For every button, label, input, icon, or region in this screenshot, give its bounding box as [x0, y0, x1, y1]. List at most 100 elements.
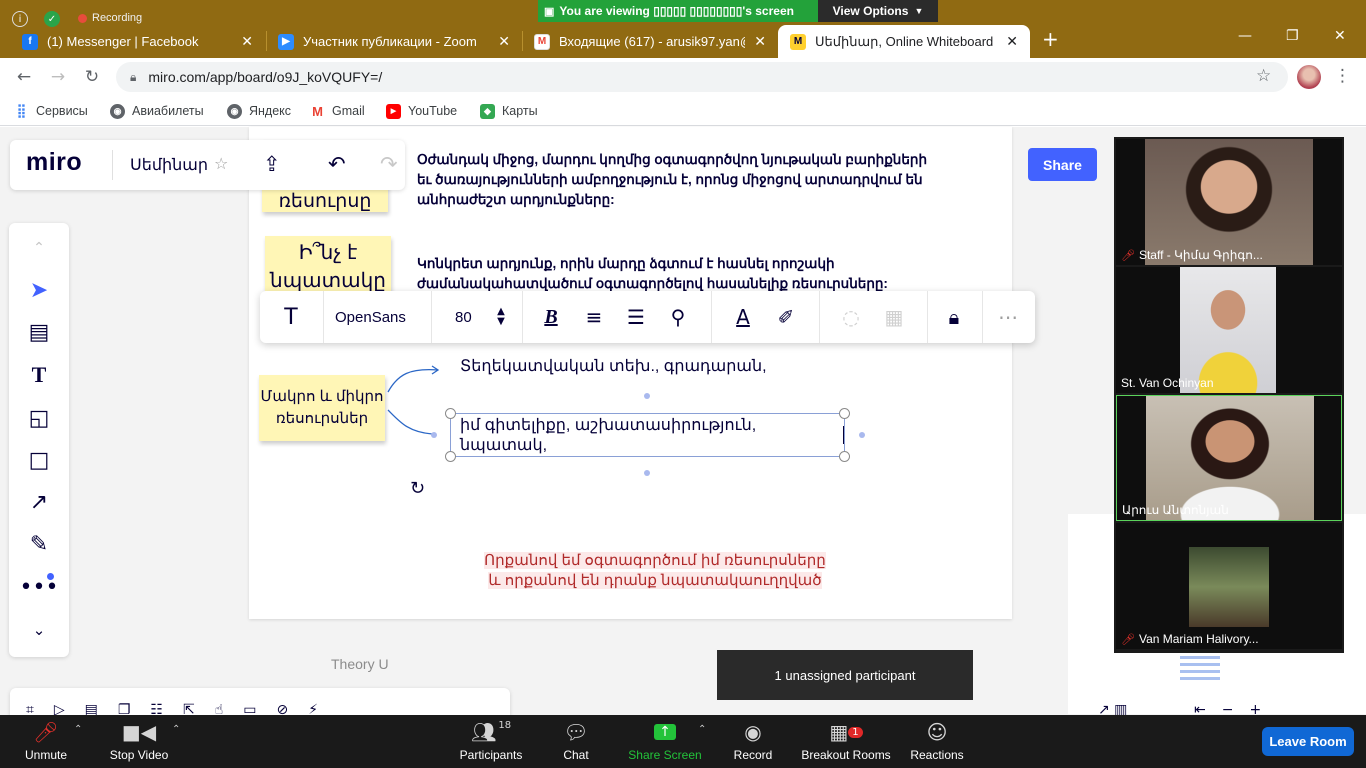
sticky-note-macro-micro[interactable]: Մակրո և միկրո ռեսուրսներ	[259, 375, 385, 441]
share-options-caret[interactable]: ⌃	[698, 724, 706, 735]
bullet-list-icon[interactable]: ☰	[622, 302, 650, 332]
font-family-select[interactable]: OpenSans	[335, 309, 406, 326]
reload-icon[interactable]: ↻	[80, 66, 104, 88]
participant-video	[1180, 267, 1276, 393]
bookmark-avia[interactable]: ◉ Авиабилеты	[110, 101, 204, 121]
definition-text-resource[interactable]: Օժանդակ միջոց, մարդու կողմից օգտագործվող…	[417, 150, 927, 210]
bookmark-gmail[interactable]: M Gmail	[310, 101, 365, 121]
restore-icon[interactable]: ❐	[1286, 28, 1299, 44]
participant-tile[interactable]: 🎤︎ Staff - Կիմա Գրիգո...	[1116, 139, 1342, 265]
align-left-icon[interactable]: ≡	[580, 302, 608, 332]
info-tech-text[interactable]: Տեղեկատվական տեխ., գրադարան,	[460, 356, 767, 376]
expand-down-icon[interactable]: ⌄	[23, 614, 55, 646]
tab-gmail[interactable]: M Входящие (617) - arusik97.yan@ ✕	[522, 25, 778, 58]
sticky-note-icon[interactable]: ◱	[23, 402, 55, 434]
view-options-button[interactable]: View Options ▼	[818, 0, 938, 22]
templates-icon[interactable]: ▤	[23, 316, 55, 348]
connection-point[interactable]	[644, 393, 650, 399]
pen-icon[interactable]: ✎	[23, 528, 55, 560]
record-button[interactable]: ◉ Record	[733, 720, 773, 762]
resize-handle-tl[interactable]	[445, 408, 456, 419]
frame-label[interactable]: Theory U	[331, 656, 389, 672]
stop-video-button[interactable]: ■◀ Stop Video	[108, 720, 170, 762]
red-question-text[interactable]: Որքանով եմ օգտագործում իմ ռեսուրսները և …	[470, 551, 840, 591]
leave-room-button[interactable]: Leave Room	[1262, 727, 1354, 756]
resize-handle-bl[interactable]	[445, 451, 456, 462]
resize-handle-tr[interactable]	[839, 408, 850, 419]
text-edit-box[interactable]: իմ գիտելիքը, աշխատասիրություն, նպատակ,	[450, 413, 845, 457]
tab-messenger[interactable]: f (1) Messenger | Facebook ✕	[10, 25, 265, 58]
close-icon[interactable]: ✕	[498, 34, 510, 50]
youtube-icon: ▶	[386, 103, 401, 119]
profile-avatar[interactable]	[1297, 65, 1321, 89]
unmute-button[interactable]: 🎤︎ Unmute	[22, 720, 70, 762]
record-dot-icon	[78, 13, 87, 23]
chat-button[interactable]: 💬︎ Chat	[556, 720, 596, 762]
connection-point[interactable]	[431, 432, 437, 438]
link-icon[interactable]: ⚲	[664, 302, 692, 332]
breakout-rooms-button[interactable]: ▦ 1 Breakout Rooms	[800, 720, 892, 762]
bookmark-star-icon[interactable]: ☆	[1256, 66, 1271, 86]
tab-miro[interactable]: M Սեմինար, Online Whiteboard fo ✕	[778, 25, 1030, 58]
redo-icon[interactable]: ↷	[380, 152, 398, 176]
screen-share-icon: ▣	[544, 5, 555, 18]
more-options-icon[interactable]: ⋯	[994, 302, 1022, 332]
font-size-stepper-icon[interactable]: ▲ ▼	[494, 302, 508, 332]
fill-opacity-icon[interactable]: ▦	[880, 302, 908, 332]
back-icon[interactable]: ←	[12, 66, 36, 88]
connection-point[interactable]	[859, 432, 865, 438]
bookmark-youtube[interactable]: ▶ YouTube	[386, 101, 457, 121]
participant-tile[interactable]: St. Van Ochinyan	[1116, 267, 1342, 393]
new-tab-button[interactable]: +	[1042, 27, 1059, 51]
text-color-icon[interactable]: A	[728, 302, 758, 332]
board-name[interactable]: Սեմինար	[130, 155, 208, 175]
bookmark-yandex[interactable]: ◉ Яндекс	[227, 101, 291, 121]
share-screen-button[interactable]: ↑ Share Screen	[628, 720, 702, 762]
window-close-icon[interactable]: ✕	[1334, 28, 1346, 44]
unassigned-participant-popup[interactable]: 1 unassigned participant	[717, 650, 973, 700]
collapse-up-icon[interactable]: ⌃	[23, 232, 55, 264]
definition-text-goal[interactable]: Կոնկրետ արդյունք, որին մարդը ձգտում է հա…	[417, 254, 927, 294]
connector-arrow-top[interactable]	[387, 368, 439, 393]
highlight-pen-icon[interactable]: ✐	[772, 302, 800, 332]
participant-tile-active-speaker[interactable]: Արուս Անտոնյան	[1116, 395, 1342, 521]
bookmark-services[interactable]: ⣿ Сервисы	[14, 101, 88, 121]
export-icon[interactable]: ⇪	[263, 152, 281, 176]
participants-button[interactable]: 👥︎ 18 Participants	[458, 720, 524, 762]
tab-zoom[interactable]: ▶ Участник публикации - Zoom ✕	[266, 25, 522, 58]
mic-muted-icon: 🎤︎	[33, 720, 59, 744]
shape-square-icon[interactable]: □	[23, 444, 55, 476]
border-style-icon[interactable]: ◌	[837, 302, 865, 332]
lock-icon[interactable]: 🔒︎	[940, 302, 968, 332]
bookmark-maps[interactable]: ◆ Карты	[480, 101, 538, 121]
sticky-note-goal[interactable]: Ի՞նչ է նպատակը	[265, 236, 391, 294]
minimize-icon[interactable]: —	[1238, 28, 1252, 44]
close-icon[interactable]: ✕	[1006, 34, 1018, 50]
lock-icon: 🔒︎	[130, 69, 137, 84]
close-icon[interactable]: ✕	[241, 34, 253, 50]
reactions-button[interactable]: ☺ Reactions	[908, 720, 966, 762]
address-bar[interactable]: 🔒︎ miro.com/app/board/o9J_koVQUFY=/	[116, 62, 1288, 92]
audio-options-caret[interactable]: ⌃	[74, 724, 82, 735]
select-cursor-icon[interactable]: ➤	[23, 274, 55, 306]
forward-icon[interactable]: →	[46, 66, 70, 88]
connection-line-icon[interactable]: ↗	[23, 486, 55, 518]
text-tool-icon[interactable]: T	[23, 359, 55, 391]
participant-tile[interactable]: 🎤︎ Van Mariam Halivory...	[1116, 523, 1342, 649]
connector-lines[interactable]	[380, 360, 450, 450]
rotate-handle-icon[interactable]: ↻	[410, 478, 425, 499]
share-button[interactable]: Share	[1028, 148, 1097, 181]
bold-icon[interactable]: B	[537, 302, 565, 332]
undo-icon[interactable]: ↶	[328, 152, 346, 176]
resize-handle-br[interactable]	[839, 451, 850, 462]
text-type-icon[interactable]: T	[276, 302, 306, 332]
more-menu-icon[interactable]: ⋮	[1334, 66, 1351, 86]
close-icon[interactable]: ✕	[754, 34, 766, 50]
font-size-input[interactable]: 80	[455, 309, 472, 326]
minimap-preview[interactable]	[1180, 656, 1220, 682]
connector-arrow-bottom[interactable]	[387, 409, 433, 435]
miro-logo[interactable]: miro	[26, 148, 82, 177]
connection-point[interactable]	[644, 470, 650, 476]
video-options-caret[interactable]: ⌃	[172, 724, 180, 735]
star-icon[interactable]: ☆	[214, 154, 228, 173]
